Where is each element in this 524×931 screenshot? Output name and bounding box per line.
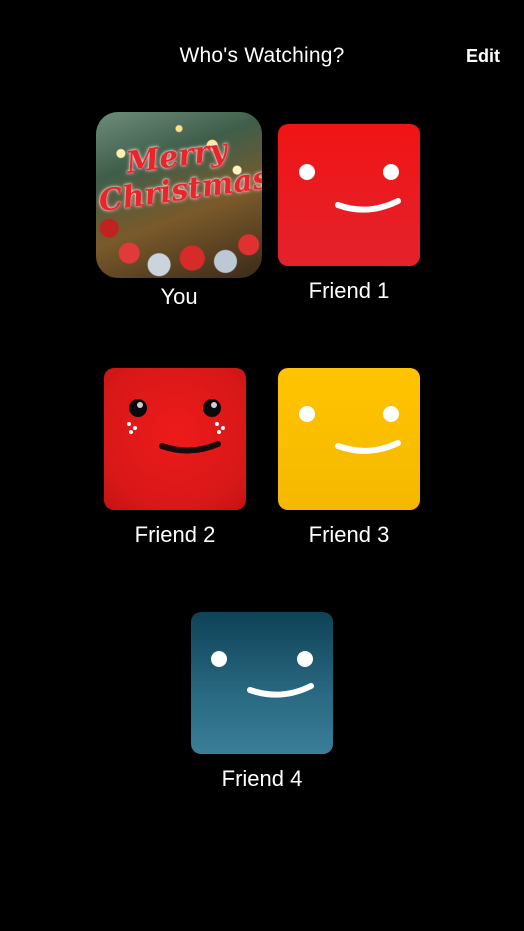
- teary-smiley-face-icon: [104, 368, 246, 510]
- christmas-avatar-image: Merry Christmas: [96, 112, 262, 278]
- edit-button[interactable]: Edit: [466, 46, 500, 67]
- page-title: Who's Watching?: [179, 44, 345, 67]
- smiley-face-icon: [191, 612, 333, 754]
- profile-friend-1[interactable]: Friend 1: [264, 124, 434, 304]
- smiley-face-icon: [278, 124, 420, 266]
- profile-name: You: [160, 284, 198, 309]
- profile-name: Friend 3: [308, 522, 390, 547]
- profile-you[interactable]: Merry Christmas You: [94, 112, 264, 310]
- smiley-face-icon: [278, 368, 420, 510]
- profile-name: Friend 1: [308, 278, 390, 303]
- profile-friend-4[interactable]: Friend 4: [177, 612, 347, 792]
- profile-name: Friend 2: [134, 522, 216, 547]
- avatar-image-text: Merry Christmas: [96, 132, 262, 220]
- profile-name: Friend 4: [221, 766, 303, 791]
- profile-friend-2[interactable]: Friend 2: [90, 368, 260, 548]
- profile-friend-3[interactable]: Friend 3: [264, 368, 434, 548]
